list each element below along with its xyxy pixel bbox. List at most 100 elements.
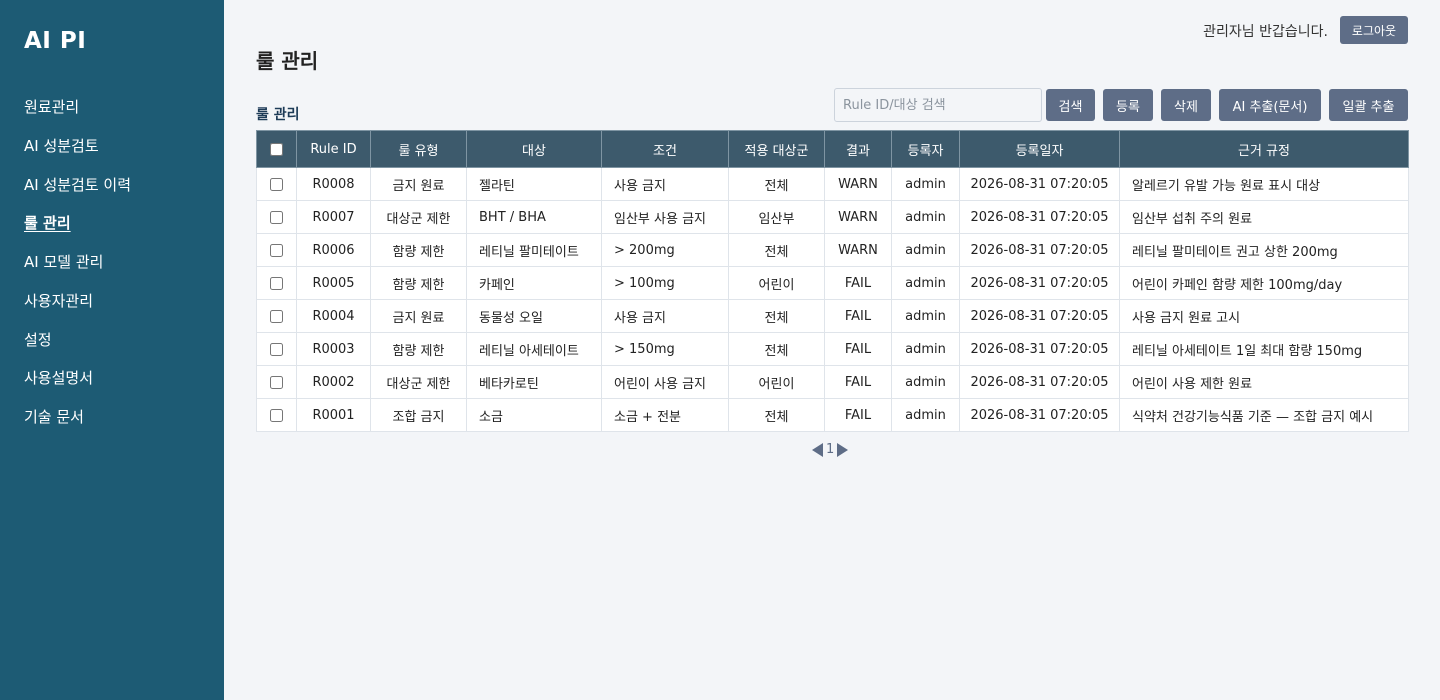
ai-extract-document-button[interactable]: AI 추출(문서) [1219, 89, 1321, 121]
rule-type-cell: 함량 제한 [370, 266, 467, 300]
result-cell: FAIL [824, 299, 892, 333]
bulk-extract-button[interactable]: 일괄 추출 [1329, 89, 1408, 121]
logout-button[interactable]: 로그아웃 [1340, 16, 1408, 44]
target-group-cell: 어린이 [728, 266, 825, 300]
target-group-cell: 전체 [728, 233, 825, 267]
column-header-result[interactable]: 결과 [824, 130, 892, 168]
column-header-rule-type[interactable]: 룰 유형 [370, 130, 467, 168]
author-cell: admin [891, 266, 960, 300]
table-row[interactable]: R0003 함량 제한 레티닐 아세테이트 > 150mg 전체 FAIL admin 202… [256, 332, 1409, 366]
sidebar-item-materials[interactable]: 원료관리 [24, 88, 131, 127]
target-cell: 젤라틴 [466, 167, 602, 201]
rule-id-cell: R0005 [296, 266, 371, 300]
result-cell: FAIL [824, 365, 892, 399]
rule-id-cell: R0007 [296, 200, 371, 234]
column-header-basis-regulation[interactable]: 근거 규정 [1119, 130, 1409, 168]
basis-regulation-cell: 어린이 사용 제한 원료 [1119, 365, 1409, 399]
row-select-cell [256, 398, 297, 432]
column-header-target[interactable]: 대상 [466, 130, 602, 168]
row-checkbox[interactable] [270, 408, 283, 422]
result-cell: FAIL [824, 398, 892, 432]
author-cell: admin [891, 233, 960, 267]
registered-date-cell: 2026-08-31 07:20:05 [959, 365, 1120, 399]
result-cell: WARN [824, 233, 892, 267]
search-input[interactable] [834, 88, 1042, 122]
search-button[interactable]: 검색 [1046, 89, 1095, 121]
sidebar-item-ai-model-management[interactable]: AI 모델 관리 [24, 243, 131, 282]
condition-cell: 사용 금지 [601, 299, 729, 333]
row-checkbox[interactable] [270, 177, 283, 191]
table-row[interactable]: R0005 함량 제한 카페인 > 100mg 어린이 FAIL admin 2026-08-… [256, 266, 1409, 300]
result-cell: WARN [824, 200, 892, 234]
rule-type-cell: 함량 제한 [370, 233, 467, 267]
condition-cell: > 150mg [601, 332, 729, 366]
row-checkbox[interactable] [270, 375, 283, 389]
sidebar-item-tech-docs[interactable]: 기술 문서 [24, 398, 131, 437]
registered-date-cell: 2026-08-31 07:20:05 [959, 167, 1120, 201]
table-row[interactable]: R0007 대상군 제한 BHT / BHA 임산부 사용 금지 임산부 WARN admi… [256, 200, 1409, 234]
pagination: 1 [812, 442, 849, 457]
condition-cell: > 200mg [601, 233, 729, 267]
condition-cell: 사용 금지 [601, 167, 729, 201]
delete-button[interactable]: 삭제 [1161, 89, 1211, 121]
rule-type-cell: 함량 제한 [370, 332, 467, 366]
target-cell: 카페인 [466, 266, 602, 300]
rules-table: Rule ID 룰 유형 대상 조건 적용 대상군 결과 등록자 등록일자 근거… [256, 130, 1409, 432]
sidebar-item-settings[interactable]: 설정 [24, 321, 131, 360]
result-cell: WARN [824, 167, 892, 201]
condition-cell: 어린이 사용 금지 [601, 365, 729, 399]
current-page-number[interactable]: 1 [826, 442, 834, 457]
sidebar-item-user-management[interactable]: 사용자관리 [24, 282, 131, 321]
table-row[interactable]: R0004 금지 원료 동물성 오일 사용 금지 전체 FAIL admin 2026-08-… [256, 299, 1409, 333]
sidebar-item-ai-ingredient-review[interactable]: AI 성분검토 [24, 127, 131, 166]
table-row[interactable]: R0008 금지 원료 젤라틴 사용 금지 전체 WARN admin 2026-08-31 … [256, 167, 1409, 201]
triangle-left-icon[interactable] [812, 442, 823, 457]
table-body: R0008 금지 원료 젤라틴 사용 금지 전체 WARN admin 2026-08-31 … [256, 167, 1409, 432]
row-select-cell [256, 200, 297, 234]
column-header-registered-date[interactable]: 등록일자 [959, 130, 1120, 168]
column-header-author[interactable]: 등록자 [891, 130, 960, 168]
condition-cell: 임산부 사용 금지 [601, 200, 729, 234]
register-button[interactable]: 등록 [1103, 89, 1153, 121]
target-group-cell: 임산부 [728, 200, 825, 234]
condition-cell: 소금 + 전분 [601, 398, 729, 432]
basis-regulation-cell: 어린이 카페인 함량 제한 100mg/day [1119, 266, 1409, 300]
column-header-rule-id[interactable]: Rule ID [296, 130, 371, 168]
registered-date-cell: 2026-08-31 07:20:05 [959, 332, 1120, 366]
rule-id-cell: R0001 [296, 398, 371, 432]
brand-logo[interactable]: AI PI [24, 28, 86, 54]
column-header-target-group[interactable]: 적용 대상군 [728, 130, 825, 168]
row-select-cell [256, 299, 297, 333]
table-row[interactable]: R0006 함량 제한 레티닐 팔미테이트 > 200mg 전체 WARN admin 202… [256, 233, 1409, 267]
target-cell: BHT / BHA [466, 200, 602, 234]
rule-type-cell: 대상군 제한 [370, 365, 467, 399]
registered-date-cell: 2026-08-31 07:20:05 [959, 398, 1120, 432]
page-title: 룰 관리 [256, 49, 319, 73]
table-row[interactable]: R0001 조합 금지 소금 소금 + 전분 전체 FAIL admin 2026-08-31… [256, 398, 1409, 432]
registered-date-cell: 2026-08-31 07:20:05 [959, 266, 1120, 300]
author-cell: admin [891, 167, 960, 201]
target-cell: 동물성 오일 [466, 299, 602, 333]
sidebar-item-ai-review-history[interactable]: AI 성분검토 이력 [24, 166, 131, 205]
column-header-condition[interactable]: 조건 [601, 130, 729, 168]
basis-regulation-cell: 식약처 건강기능식품 기준 — 조합 금지 예시 [1119, 398, 1409, 432]
greeting-text: 관리자님 반갑습니다. [1203, 24, 1328, 40]
rule-id-cell: R0004 [296, 299, 371, 333]
sidebar-item-user-manual[interactable]: 사용설명서 [24, 359, 131, 398]
result-cell: FAIL [824, 266, 892, 300]
row-checkbox[interactable] [270, 210, 283, 224]
triangle-right-icon[interactable] [837, 442, 849, 457]
basis-regulation-cell: 레티닐 팔미테이트 권고 상한 200mg [1119, 233, 1409, 267]
sidebar-item-rule-management[interactable]: 룰 관리 [24, 204, 131, 243]
row-checkbox[interactable] [270, 342, 283, 356]
author-cell: admin [891, 365, 960, 399]
table-row[interactable]: R0002 대상군 제한 베타카로틴 어린이 사용 금지 어린이 FAIL admin 202… [256, 365, 1409, 399]
author-cell: admin [891, 299, 960, 333]
row-checkbox[interactable] [270, 309, 283, 323]
row-checkbox[interactable] [270, 243, 283, 257]
basis-regulation-cell: 임산부 섭취 주의 원료 [1119, 200, 1409, 234]
target-cell: 베타카로틴 [466, 365, 602, 399]
rule-type-cell: 금지 원료 [370, 167, 467, 201]
row-checkbox[interactable] [270, 276, 283, 290]
select-all-checkbox[interactable] [270, 142, 283, 156]
